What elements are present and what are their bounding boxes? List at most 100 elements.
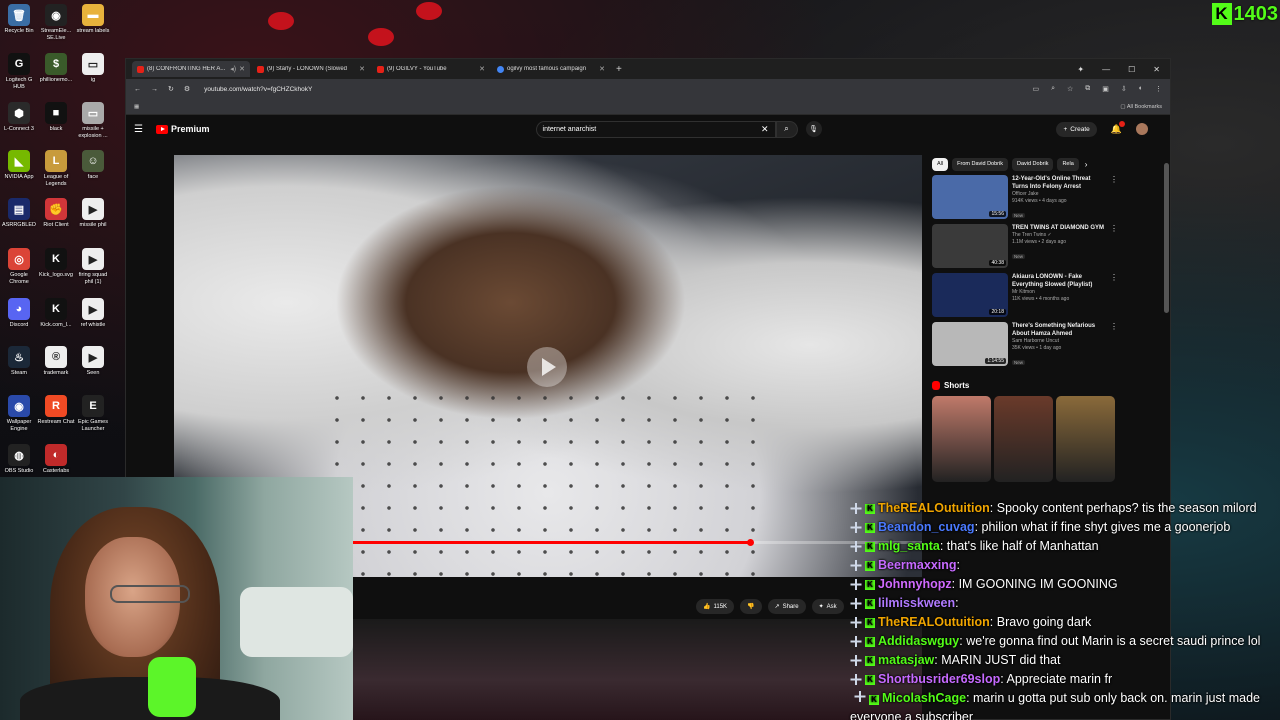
desktop-icon[interactable]: ▶ missile phil bbox=[74, 198, 112, 229]
desktop-icon[interactable]: ◕ Discord bbox=[0, 298, 38, 329]
youtube-logo[interactable]: Premium bbox=[156, 124, 210, 134]
tab-0[interactable]: (8) CONFRONTING HER A... ◂) ✕ bbox=[132, 61, 250, 77]
chip-from-channel[interactable]: From David Dobrik bbox=[952, 157, 1008, 171]
chat-username[interactable]: Beermaxxing bbox=[878, 556, 957, 575]
dislike-button[interactable]: 👎 bbox=[740, 599, 762, 614]
desktop-icon[interactable]: ◍ OBS Studio bbox=[0, 444, 38, 475]
search-button[interactable]: ⌕ bbox=[775, 120, 798, 138]
clear-search-icon[interactable]: ✕ bbox=[761, 124, 769, 135]
tab-close-icon[interactable]: ✕ bbox=[359, 65, 365, 73]
short-thumbnail[interactable] bbox=[994, 396, 1053, 482]
hamburger-menu-icon[interactable]: ☰ bbox=[134, 124, 150, 135]
forward-icon[interactable]: → bbox=[151, 86, 158, 93]
desktop-icon[interactable]: ▬ stream labels bbox=[74, 4, 112, 35]
video-title[interactable]: There's Something Nefarious About Hamza … bbox=[1012, 322, 1108, 338]
bookmark-star-icon[interactable]: ☆ bbox=[1067, 85, 1073, 93]
extension-icon[interactable]: ⧉ bbox=[1085, 85, 1090, 93]
apps-icon[interactable]: ▦ bbox=[134, 104, 139, 110]
video-thumbnail[interactable]: 40:38 bbox=[932, 224, 1008, 268]
desktop-icon[interactable]: ▶ firing squad phil (1) bbox=[74, 248, 112, 285]
chat-username[interactable]: TheREALOutuition bbox=[878, 613, 990, 632]
site-info-icon[interactable]: ⚙ bbox=[184, 85, 190, 93]
desktop-icon[interactable]: ® trademark bbox=[37, 346, 75, 377]
chip-channel[interactable]: David Dobrik bbox=[1011, 157, 1054, 171]
like-button[interactable]: 👍 115K bbox=[696, 599, 735, 614]
short-thumbnail[interactable] bbox=[932, 396, 991, 482]
short-thumbnail[interactable] bbox=[1056, 396, 1115, 482]
minimize-button[interactable]: — bbox=[1102, 65, 1110, 74]
desktop-icon[interactable]: $ phillionemo... bbox=[37, 53, 75, 84]
search-input[interactable]: internet anarchist ✕ bbox=[535, 120, 776, 138]
desktop-icon[interactable]: ◐ Casterlabs bbox=[37, 444, 75, 475]
tab-close-icon[interactable]: ✕ bbox=[239, 65, 245, 73]
desktop-icon[interactable]: ☺ face bbox=[74, 150, 112, 181]
desktop-icon[interactable]: ■ black bbox=[37, 102, 75, 133]
more-options-icon[interactable]: ⋮ bbox=[1110, 322, 1118, 369]
share-button[interactable]: ↗ Share bbox=[767, 599, 806, 614]
url-field[interactable]: youtube.com/watch?v=fgCHZCkhokY bbox=[204, 86, 312, 93]
account-avatar[interactable] bbox=[1136, 123, 1148, 135]
chat-username[interactable]: Shortbusrider69slop bbox=[878, 670, 1000, 689]
play-button-icon[interactable] bbox=[527, 347, 567, 387]
chip-related[interactable]: Rela bbox=[1057, 157, 1079, 171]
recommendation-item[interactable]: 1:14:55 There's Something Nefarious About… bbox=[932, 322, 1122, 369]
tab-1[interactable]: (9) Starly - LONOWN (Slowed ✕ bbox=[252, 61, 370, 77]
video-thumbnail[interactable]: 20:18 bbox=[932, 273, 1008, 317]
desktop-icon[interactable]: ◉ Wallpaper Engine bbox=[0, 395, 38, 432]
desktop-icon[interactable]: K Kick_logo.svg bbox=[37, 248, 75, 279]
chrome-menu-icon[interactable]: ⋮ bbox=[1155, 85, 1162, 93]
desktop-icon[interactable]: ✊ Riot Client bbox=[37, 198, 75, 229]
chip-all[interactable]: All bbox=[932, 157, 949, 171]
maximize-button[interactable]: ☐ bbox=[1128, 65, 1135, 74]
tab-search-icon[interactable]: ▣ bbox=[1102, 85, 1109, 93]
cast-icon[interactable]: ▭ bbox=[1032, 85, 1039, 93]
desktop-icon[interactable]: ▶ ref whistle bbox=[74, 298, 112, 329]
desktop-icon[interactable]: ♨ Steam bbox=[0, 346, 38, 377]
video-title[interactable]: Akiaura LONOWN - Fake Everything Slowed … bbox=[1012, 273, 1108, 289]
recommendation-item[interactable]: 15:56 12-Year-Old's Online Threat Turns I… bbox=[932, 175, 1122, 222]
tab-close-icon[interactable]: ✕ bbox=[599, 65, 605, 73]
more-options-icon[interactable]: ⋮ bbox=[1110, 273, 1118, 320]
video-title[interactable]: TREN TWINS AT DIAMOND GYM bbox=[1012, 224, 1108, 232]
scrubber-handle[interactable] bbox=[746, 539, 754, 546]
recommendation-item[interactable]: 20:18 Akiaura LONOWN - Fake Everything Sl… bbox=[932, 273, 1122, 320]
download-icon[interactable]: ⇩ bbox=[1121, 85, 1127, 93]
tab-audio-icon[interactable]: ◂) bbox=[230, 65, 236, 73]
chat-username[interactable]: Beandon_cuvag bbox=[878, 518, 975, 537]
desktop-icon[interactable]: ▶ Seen bbox=[74, 346, 112, 377]
chat-username[interactable]: mlg_santa bbox=[878, 537, 940, 556]
tab-2[interactable]: (9) OGILVY - YouTube ✕ bbox=[372, 61, 490, 77]
chat-username[interactable]: Johnnyhopz bbox=[878, 575, 952, 594]
recommendation-item[interactable]: 40:38 TREN TWINS AT DIAMOND GYM The Tren T… bbox=[932, 224, 1122, 271]
desktop-icon[interactable]: ◣ NVIDIA App bbox=[0, 150, 38, 181]
desktop-icon[interactable]: ▭ missile + explosion ... bbox=[74, 102, 112, 139]
desktop-icon[interactable]: ⬢ L-Connect 3 bbox=[0, 102, 38, 133]
tab-close-icon[interactable]: ✕ bbox=[479, 65, 485, 73]
video-thumbnail[interactable]: 1:14:55 bbox=[932, 322, 1008, 366]
zoom-icon[interactable]: ⌕ bbox=[1051, 85, 1055, 93]
all-bookmarks-button[interactable]: ▢ All Bookmarks bbox=[1120, 104, 1162, 110]
chat-username[interactable]: lilmisskween bbox=[878, 594, 955, 613]
profile-icon[interactable]: ◐ bbox=[1139, 85, 1143, 93]
chevron-right-icon[interactable]: › bbox=[1085, 160, 1088, 169]
desktop-icon[interactable]: 🗑 Recycle Bin bbox=[0, 4, 38, 35]
video-thumbnail[interactable]: 15:56 bbox=[932, 175, 1008, 219]
desktop-icon[interactable]: K Kick.com_l... bbox=[37, 298, 75, 329]
extensions-icon[interactable]: ✦ bbox=[1077, 65, 1084, 74]
page-scrollbar[interactable] bbox=[1164, 163, 1169, 313]
create-button[interactable]: + Create bbox=[1056, 121, 1097, 137]
desktop-icon[interactable]: L League of Legends bbox=[37, 150, 75, 187]
desktop-icon[interactable]: ◎ Google Chrome bbox=[0, 248, 38, 285]
new-tab-button[interactable]: + bbox=[616, 64, 622, 75]
reload-icon[interactable]: ↻ bbox=[168, 85, 174, 93]
desktop-icon[interactable]: G Logitech G HUB bbox=[0, 53, 38, 90]
desktop-icon[interactable]: ◉ StreamEle... SE.Live bbox=[37, 4, 75, 41]
tab-3[interactable]: ogilvy most famous campaign ✕ bbox=[492, 61, 610, 77]
more-options-icon[interactable]: ⋮ bbox=[1110, 175, 1118, 222]
chat-username[interactable]: matasjaw bbox=[878, 651, 934, 670]
desktop-icon[interactable]: E Epic Games Launcher bbox=[74, 395, 112, 432]
video-title[interactable]: 12-Year-Old's Online Threat Turns Into F… bbox=[1012, 175, 1108, 191]
back-icon[interactable]: ← bbox=[134, 86, 141, 93]
desktop-icon[interactable]: ▭ ig bbox=[74, 53, 112, 84]
chat-username[interactable]: Addidaswguy bbox=[878, 632, 959, 651]
